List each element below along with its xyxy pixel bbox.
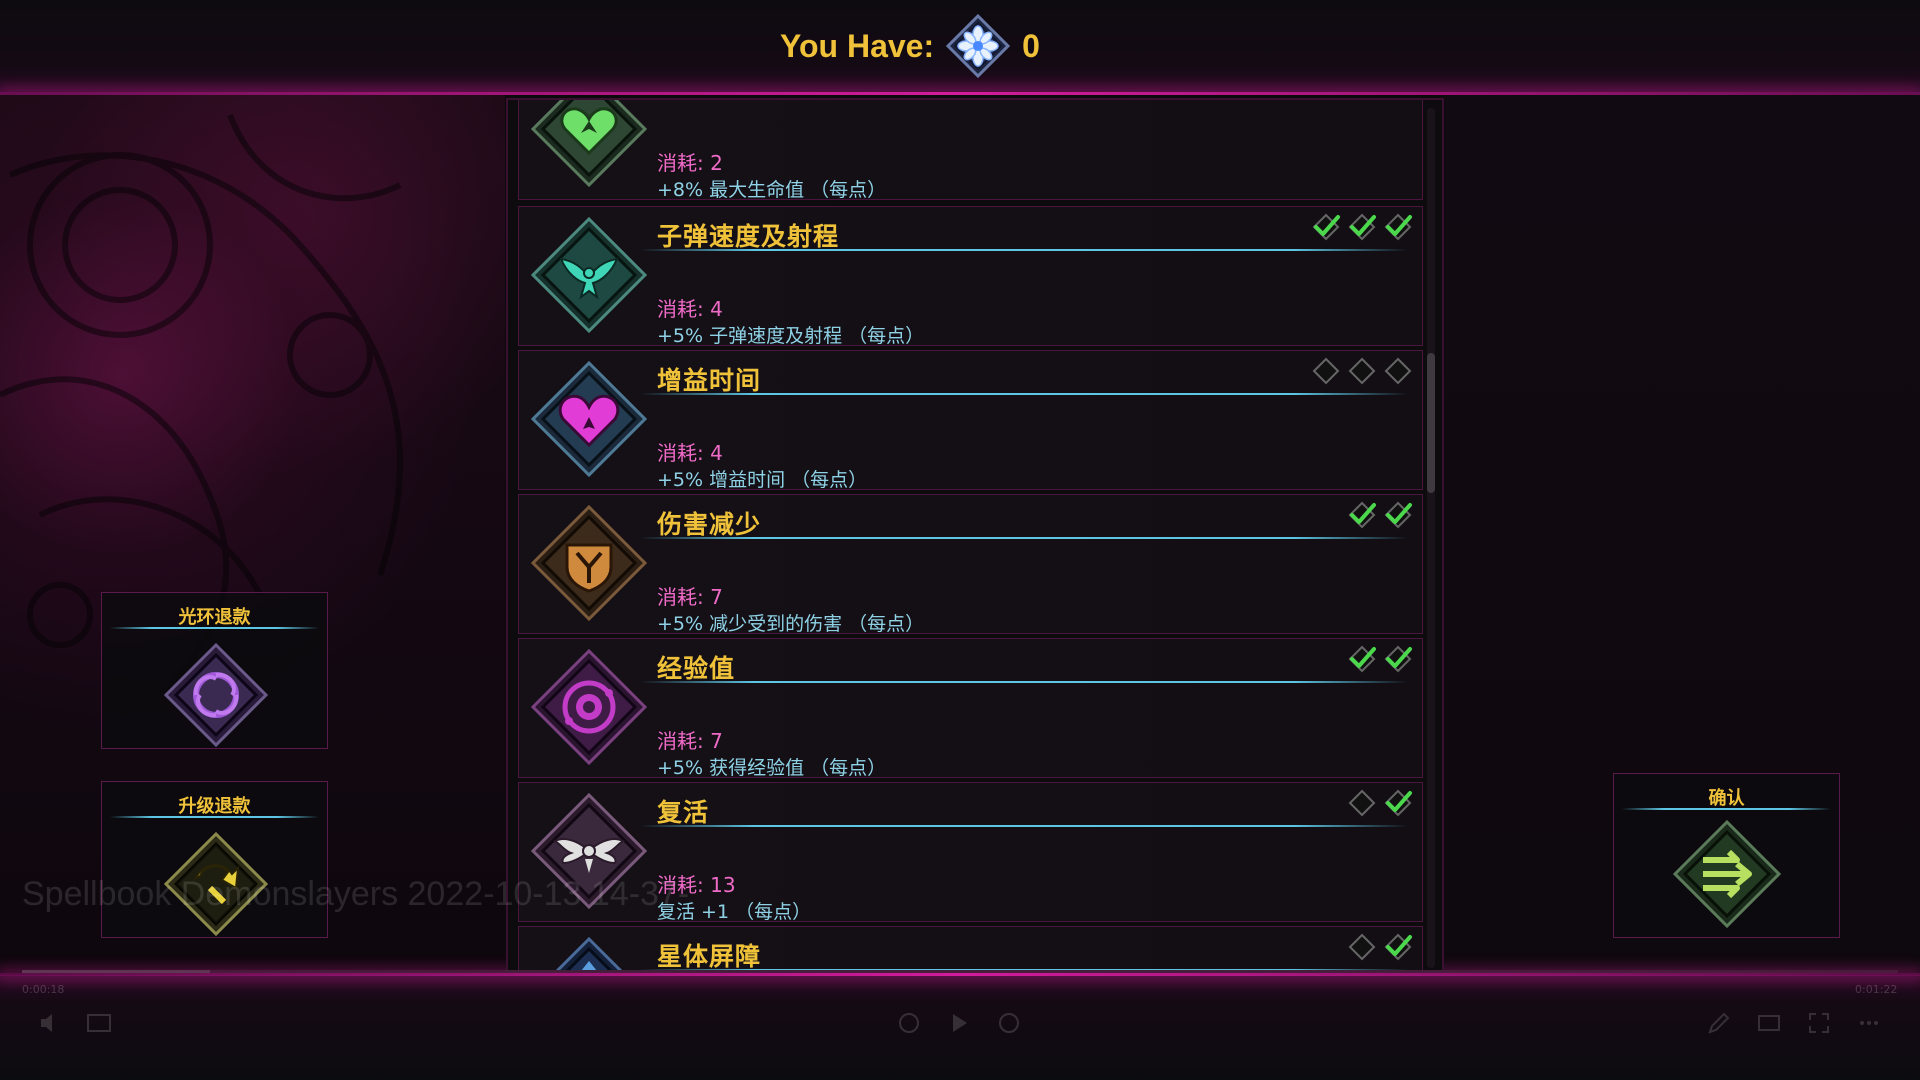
currency-display: You Have: 0 <box>780 10 1040 82</box>
experience-orb-icon <box>530 648 648 766</box>
fullscreen-icon[interactable] <box>1806 1010 1832 1036</box>
currency-count: 0 <box>1022 27 1040 64</box>
upgrade-cost: 消耗: 4 <box>657 441 723 465</box>
upgrade-cost: 消耗: 7 <box>657 585 723 609</box>
checked-tick-icon <box>1348 501 1376 529</box>
checked-tick-icon <box>1384 789 1412 817</box>
checked-tick-icon <box>1384 213 1412 241</box>
button-underline <box>110 816 319 818</box>
title-underline <box>639 249 1409 251</box>
scrollbar-thumb[interactable] <box>1427 353 1435 493</box>
shield-icon <box>530 504 648 622</box>
bottom-glow-line <box>0 973 1920 976</box>
button-underline <box>1622 808 1831 810</box>
heart-icon <box>530 360 648 478</box>
aura-refund-label: 光环退款 <box>178 607 251 628</box>
video-title-overlay: Spellbook Demonslayers 2022-10-13 14-37- <box>22 875 690 913</box>
aura-refund-button[interactable]: 光环退款 <box>101 592 328 749</box>
more-options-icon[interactable] <box>1856 1010 1882 1036</box>
currency-label: You Have: <box>780 27 935 64</box>
double-arrow-icon <box>1672 819 1782 932</box>
upgrade-row-max-health[interactable]: 消耗: 2 +8% 最大生命值 （每点） <box>518 100 1423 200</box>
flower-gem-icon <box>945 13 1011 79</box>
empty-tick-icon <box>1348 357 1376 385</box>
upgrade-cost: 消耗: 4 <box>657 297 723 321</box>
upgrade-list[interactable]: 消耗: 2 +8% 最大生命值 （每点） 子弹速度及射程 消耗: 4 +5% 子… <box>506 98 1444 972</box>
upgrade-description: +8% 最大生命值 （每点） <box>657 179 887 199</box>
button-underline <box>110 627 319 629</box>
confirm-button[interactable]: 确认 <box>1613 773 1840 938</box>
upgrade-title: 伤害减少 <box>657 510 762 539</box>
empty-tick-icon <box>1348 933 1376 961</box>
upgrade-title: 经验值 <box>657 654 736 683</box>
title-underline <box>639 393 1409 395</box>
title-underline <box>639 681 1409 683</box>
checked-tick-icon <box>1312 213 1340 241</box>
dove-icon <box>530 216 648 334</box>
checked-tick-icon <box>1384 933 1412 961</box>
upgrade-title: 复活 <box>657 798 710 827</box>
empty-tick-icon <box>1312 357 1340 385</box>
upgrade-description: +5% 获得经验值 （每点） <box>657 757 887 777</box>
empty-tick-icon <box>1348 789 1376 817</box>
upgrade-ticks <box>1346 931 1414 963</box>
video-time-total: 0:01:22 <box>1855 983 1898 996</box>
upgrade-description: +5% 子弹速度及射程 （每点） <box>657 325 925 345</box>
upgrade-row-buff-duration[interactable]: 增益时间 消耗: 4 +5% 增益时间 （每点） <box>518 350 1423 490</box>
subtitles-icon[interactable] <box>86 1010 112 1036</box>
list-scrollbar[interactable] <box>1427 108 1435 968</box>
edit-icon[interactable] <box>1706 1010 1732 1036</box>
upgrade-ticks <box>1346 643 1414 675</box>
video-time-elapsed: 0:00:18 <box>22 983 65 996</box>
checked-tick-icon <box>1384 645 1412 673</box>
upgrade-description: +5% 减少受到的伤害 （每点） <box>657 613 925 633</box>
title-underline <box>639 825 1409 827</box>
checked-tick-icon <box>1384 501 1412 529</box>
upgrade-cost: 消耗: 2 <box>657 151 723 175</box>
empty-tick-icon <box>1384 357 1412 385</box>
upgrade-ticks <box>1346 787 1414 819</box>
miniplayer-icon[interactable] <box>1756 1010 1782 1036</box>
title-underline <box>639 537 1409 539</box>
video-progress-fill <box>22 970 210 973</box>
volume-icon[interactable] <box>38 1010 64 1036</box>
play-icon[interactable] <box>946 1010 972 1036</box>
video-progress-bar[interactable] <box>22 970 1898 973</box>
upgrade-ticks <box>1346 499 1414 531</box>
upgrade-row-bullet-speed[interactable]: 子弹速度及射程 消耗: 4 +5% 子弹速度及射程 （每点） <box>518 206 1423 346</box>
upgrade-title: 子弹速度及射程 <box>657 222 840 251</box>
confirm-label: 确认 <box>1708 788 1745 809</box>
forward-icon[interactable] <box>996 1010 1022 1036</box>
upgrade-title: 增益时间 <box>657 366 762 395</box>
upgrade-refund-button[interactable]: 升级退款 <box>101 781 328 938</box>
rewind-icon[interactable] <box>896 1010 922 1036</box>
upgrade-description: +5% 增益时间 （每点） <box>657 469 868 489</box>
upgrade-cost: 消耗: 7 <box>657 729 723 753</box>
upgrade-refund-label: 升级退款 <box>178 796 251 817</box>
swirl-icon <box>163 642 269 751</box>
astral-barrier-icon <box>531 936 647 970</box>
checked-tick-icon <box>1348 645 1376 673</box>
upgrade-title: 星体屏障 <box>657 942 762 971</box>
upgrade-ticks <box>1310 355 1414 387</box>
upgrade-row-experience[interactable]: 经验值 消耗: 7 +5% 获得经验值 （每点） <box>518 638 1423 778</box>
checked-tick-icon <box>1348 213 1376 241</box>
upgrade-ticks <box>1310 211 1414 243</box>
upgrade-row-damage-reduction[interactable]: 伤害减少 消耗: 7 +5% 减少受到的伤害 （每点） <box>518 494 1423 634</box>
upgrade-row-astral-barrier[interactable]: 星体屏障 <box>518 926 1423 971</box>
heart-wings-icon <box>530 100 648 188</box>
